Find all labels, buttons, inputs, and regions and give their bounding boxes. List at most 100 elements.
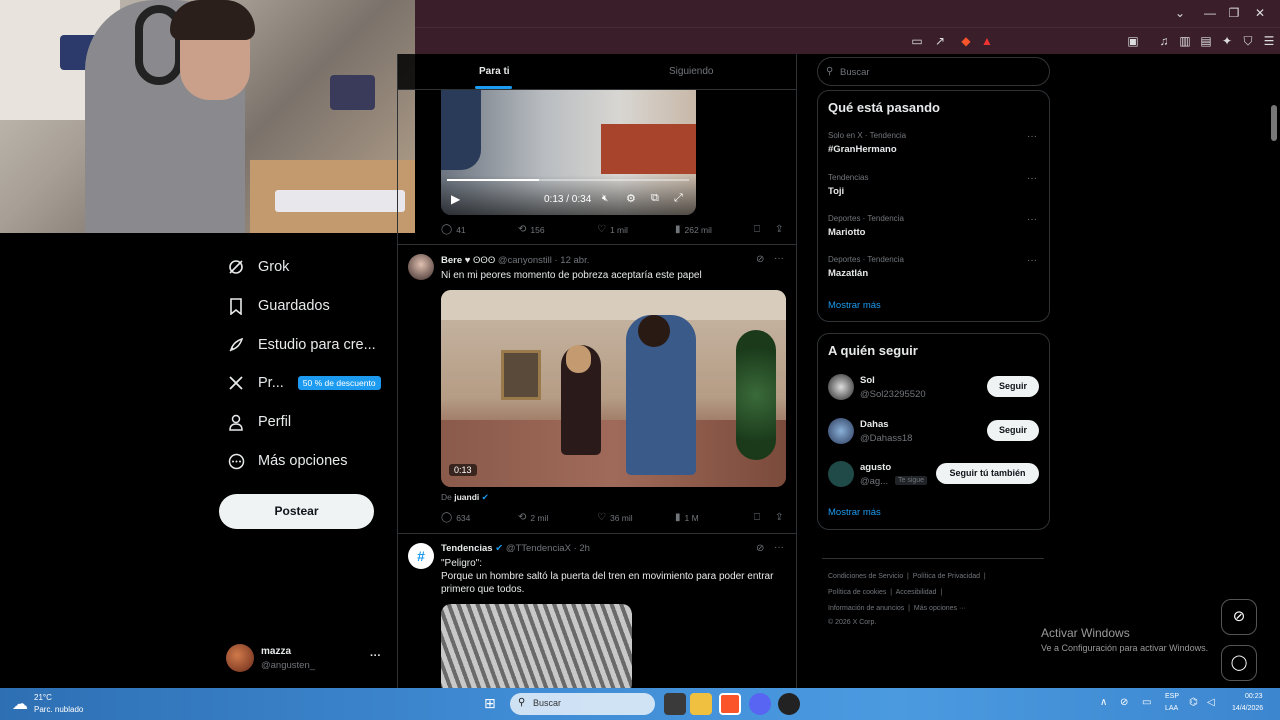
avatar[interactable]: [408, 254, 434, 280]
tab-list-button[interactable]: ⌄: [1170, 6, 1190, 20]
play-icon[interactable]: ▶: [451, 192, 460, 206]
more-icon[interactable]: ···: [774, 542, 784, 553]
language-code[interactable]: ESP: [1165, 693, 1179, 700]
grok-fab-icon[interactable]: ⊘: [1221, 599, 1257, 635]
trend-more-icon[interactable]: ···: [1027, 255, 1037, 266]
author-handle[interactable]: @TTendenciaX: [506, 543, 571, 554]
tweet-date[interactable]: · 12 abr.: [555, 255, 590, 266]
network-icon[interactable]: ⌬: [1189, 697, 1198, 708]
fullscreen-icon[interactable]: ⤢: [674, 192, 683, 205]
follow-name[interactable]: Sol: [860, 375, 875, 386]
maximize-button[interactable]: ❐: [1224, 6, 1244, 20]
footer-link[interactable]: Accesibilidad: [896, 589, 937, 596]
sidebar-item-mas-opciones[interactable]: Más opciones: [226, 442, 347, 480]
brave-browser-icon[interactable]: [719, 693, 741, 715]
follow-name[interactable]: Dahas: [860, 419, 889, 430]
sidebar-item-premium[interactable]: Pr... 50 % de descuento: [226, 364, 381, 402]
file-explorer-icon[interactable]: [690, 693, 712, 715]
bookmark-button[interactable]: ⎕: [754, 224, 764, 235]
reply-button[interactable]: ◯ 41: [441, 224, 466, 235]
views-button[interactable]: ▮ 262 mil: [675, 224, 712, 235]
trend-more-icon[interactable]: ···: [1027, 173, 1037, 184]
show-more-trends-link[interactable]: Mostrar más: [828, 300, 881, 311]
like-button[interactable]: ♡ 1 mil: [597, 224, 628, 235]
trend-name[interactable]: Mariotto: [828, 227, 865, 238]
close-button[interactable]: ✕: [1250, 6, 1270, 20]
account-avatar[interactable]: [226, 644, 254, 672]
scrollbar-thumb[interactable]: [1271, 105, 1277, 141]
post-button[interactable]: Postear: [219, 494, 374, 529]
bookmark-button[interactable]: ⎕: [754, 512, 764, 523]
trend-name[interactable]: Mazatlán: [828, 268, 868, 279]
avatar[interactable]: [828, 374, 854, 400]
weather-temp[interactable]: 21°C: [34, 693, 52, 702]
avatar[interactable]: [828, 418, 854, 444]
wallet-icon[interactable]: ▤: [1198, 33, 1214, 49]
trend-more-icon[interactable]: ···: [1027, 214, 1037, 225]
taskbar-search[interactable]: ⚲ Buscar: [510, 693, 655, 715]
follow-button[interactable]: Seguir: [987, 420, 1039, 441]
sidebar-item-grok[interactable]: Grok: [226, 248, 289, 286]
sidebar-item-estudio[interactable]: Estudio para cre...: [226, 326, 376, 364]
tray-chevron-icon[interactable]: ∧: [1100, 697, 1107, 708]
pip-icon[interactable]: ⧉: [651, 192, 659, 205]
follow-name[interactable]: agusto: [860, 462, 891, 473]
menu-icon[interactable]: ☰: [1261, 33, 1277, 49]
minimize-button[interactable]: —: [1200, 6, 1220, 20]
brave-shields-icon[interactable]: ◆: [958, 33, 974, 49]
start-icon[interactable]: ⊞: [484, 695, 496, 712]
avatar[interactable]: [828, 461, 854, 487]
vpn-icon[interactable]: ⛉: [1240, 33, 1256, 49]
volume-icon[interactable]: ◁: [1207, 697, 1215, 708]
tray-app-icon[interactable]: ⊘: [1120, 697, 1128, 708]
tab-siguiendo[interactable]: Siguiendo: [669, 66, 713, 77]
trend-name[interactable]: Toji: [828, 186, 844, 197]
grok-icon[interactable]: ⊘: [756, 254, 764, 265]
sidebar-item-perfil[interactable]: Perfil: [226, 403, 291, 441]
reply-button[interactable]: ◯ 634: [441, 512, 470, 523]
follow-button[interactable]: Seguir: [987, 376, 1039, 397]
views-button[interactable]: ▮ 1 M: [675, 512, 699, 523]
account-name[interactable]: mazza: [261, 646, 291, 657]
repost-button[interactable]: ⟲ 2 mil: [518, 512, 548, 523]
footer-link[interactable]: Información de anuncios: [828, 605, 904, 612]
search-input[interactable]: ⚲ Buscar: [817, 57, 1050, 86]
share-button[interactable]: ⇪: [775, 512, 787, 523]
tab-para-ti[interactable]: Para ti: [479, 66, 510, 77]
tweet-video[interactable]: [441, 604, 632, 688]
footer-link[interactable]: Más opciones ···: [914, 605, 966, 612]
sidebar-item-guardados[interactable]: Guardados: [226, 287, 330, 325]
attribution-name[interactable]: juandi: [454, 492, 479, 502]
repost-button[interactable]: ⟲ 156: [518, 224, 545, 235]
mute-icon[interactable]: 🔇︎: [602, 193, 608, 204]
messages-fab-icon[interactable]: ◯: [1221, 645, 1257, 681]
brave-rewards-icon[interactable]: ▲: [979, 33, 995, 49]
show-more-follows-link[interactable]: Mostrar más: [828, 507, 881, 518]
ai-icon[interactable]: ✦: [1219, 33, 1235, 49]
more-icon[interactable]: ···: [774, 253, 784, 264]
tweet-video[interactable]: ▶ 0:13 / 0:34 🔇︎ ⚙ ⧉ ⤢: [441, 90, 696, 215]
task-view-icon[interactable]: [664, 693, 686, 715]
weather-icon[interactable]: ☁: [12, 694, 28, 714]
trend-more-icon[interactable]: ···: [1027, 131, 1037, 142]
footer-link[interactable]: Condiciones de Servicio: [828, 573, 903, 580]
share-icon[interactable]: ↗: [932, 33, 948, 49]
sidebar-icon[interactable]: ▥: [1177, 33, 1193, 49]
tray-app-icon[interactable]: ▭: [1142, 697, 1151, 708]
trend-name[interactable]: #GranHermano: [828, 144, 897, 155]
author-name[interactable]: Bere: [441, 255, 462, 266]
video-progress-track[interactable]: [447, 179, 689, 181]
reader-icon[interactable]: ▣: [1125, 33, 1141, 49]
settings-icon[interactable]: ⚙: [626, 192, 636, 205]
cast-icon[interactable]: ▭: [909, 33, 925, 49]
author-handle[interactable]: @canyonstill: [498, 255, 552, 266]
like-button[interactable]: ♡ 36 mil: [597, 512, 633, 523]
steam-icon[interactable]: [778, 693, 800, 715]
discord-icon[interactable]: [749, 693, 771, 715]
footer-link[interactable]: Política de cookies: [828, 589, 886, 596]
account-more-icon[interactable]: ···: [370, 650, 381, 662]
tweet-video[interactable]: 0:13: [441, 290, 786, 487]
author-name[interactable]: Tendencias: [441, 543, 493, 554]
footer-link[interactable]: Política de Privacidad: [913, 573, 980, 580]
grok-icon[interactable]: ⊘: [756, 543, 764, 554]
